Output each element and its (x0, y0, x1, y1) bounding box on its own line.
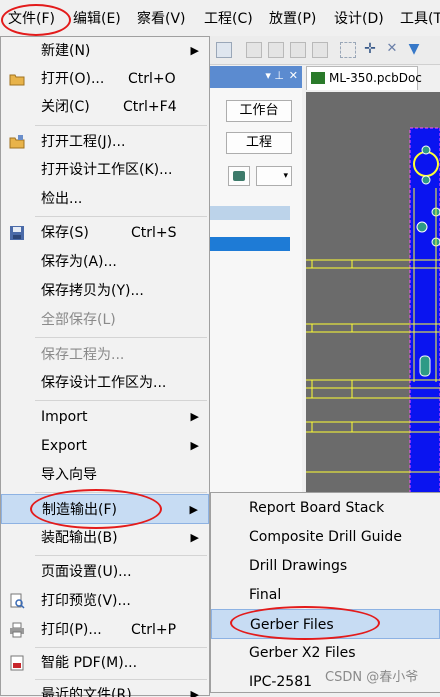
pin-icon[interactable]: ▾ ⊥ (265, 69, 284, 82)
panel-header: ▾ ⊥ ✕ (210, 66, 302, 88)
menu-design[interactable]: 设计(D) (334, 9, 384, 29)
printer-icon (10, 622, 24, 638)
copy-icon[interactable] (268, 42, 284, 58)
fabrication-outputs-submenu: Report Board Stack Composite Drill Guide… (210, 492, 440, 693)
submenu-item-gerber-files[interactable]: Gerber Files (211, 609, 440, 639)
menu-item-open-workspace[interactable]: 打开设计工作区(K)... (1, 156, 209, 184)
menu-item-save[interactable]: 保存(S) Ctrl+S (1, 219, 209, 247)
menu-item-open-project[interactable]: 打开工程(J)... (1, 128, 209, 156)
select-area-icon[interactable] (340, 42, 356, 58)
pcb-document-icon (311, 72, 325, 84)
menu-view[interactable]: 察看(V) (137, 9, 186, 29)
menu-item-save-all[interactable]: 全部保存(L) (1, 306, 209, 334)
print-preview-icon (10, 593, 25, 609)
menu-item-smart-pdf[interactable]: 智能 PDF(M)... (1, 649, 209, 677)
menu-bar: 文件(F) 编辑(E) 察看(V) 工程(C) 放置(P) 设计(D) 工具(T (0, 0, 440, 37)
menu-item-save-as[interactable]: 保存为(A)... (1, 248, 209, 276)
menu-item-recent-files[interactable]: 最近的文件(R) ▶ (1, 681, 209, 697)
project-button[interactable]: 工程 (226, 132, 292, 154)
menu-separator (35, 216, 207, 217)
tree-row-selected[interactable] (210, 237, 290, 251)
menu-item-import[interactable]: Import ▶ (1, 403, 209, 431)
menu-item-new[interactable]: 新建(N) ▶ (1, 37, 209, 65)
menu-item-export[interactable]: Export ▶ (1, 432, 209, 460)
close-icon[interactable]: ✕ (289, 69, 298, 82)
menu-place[interactable]: 放置(P) (269, 9, 316, 29)
file-menu: 新建(N) ▶ 打开(O)... Ctrl+O 关闭(C) Ctrl+F4 打开工… (0, 36, 210, 697)
menu-item-print[interactable]: 打印(P)... Ctrl+P (1, 616, 209, 644)
submenu-item-gerber-x2-files[interactable]: Gerber X2 Files (211, 639, 440, 667)
menu-separator (35, 647, 207, 648)
menu-separator (35, 125, 207, 126)
rubber-stamp-icon[interactable] (312, 42, 328, 58)
submenu-arrow-icon: ▶ (190, 531, 199, 544)
menu-item-print-preview[interactable]: 打印预览(V)... (1, 587, 209, 615)
menu-project[interactable]: 工程(C) (204, 9, 253, 29)
document-tab[interactable]: ML-350.pcbDoc (306, 66, 422, 90)
menu-separator (35, 555, 207, 556)
tree-row[interactable] (210, 206, 290, 220)
menu-separator (35, 679, 207, 680)
move-icon[interactable]: ✛ (362, 42, 378, 58)
menu-item-close[interactable]: 关闭(C) Ctrl+F4 (1, 93, 209, 121)
submenu-arrow-icon: ▶ (190, 44, 199, 57)
menu-item-page-setup[interactable]: 页面设置(U)... (1, 558, 209, 586)
save-icon (10, 226, 24, 240)
pdf-icon (10, 655, 24, 671)
zoom-icon[interactable] (216, 42, 232, 58)
document-dropdown-icon[interactable]: ▾ (256, 166, 292, 186)
menu-separator (35, 400, 207, 401)
open-project-icon (9, 135, 25, 149)
menu-item-save-workspace-as[interactable]: 保存设计工作区为... (1, 369, 209, 397)
document-tab-label: ML-350.pcbDoc (329, 71, 422, 85)
menu-tools[interactable]: 工具(T (400, 9, 440, 29)
submenu-item-composite-drill-guide[interactable]: Composite Drill Guide (211, 523, 440, 551)
cut-icon[interactable] (246, 42, 262, 58)
filter-icon[interactable]: ▼ (406, 42, 422, 58)
workspace-button[interactable]: 工作台 (226, 100, 292, 122)
menu-separator (35, 337, 207, 338)
main-toolbar: ✛ ✕ ▼ (210, 36, 440, 65)
paste-icon[interactable] (290, 42, 306, 58)
chip-icon[interactable] (228, 166, 250, 186)
menu-item-assembly-outputs[interactable]: 装配输出(B) ▶ (1, 524, 209, 552)
submenu-item-final[interactable]: Final (211, 581, 440, 609)
open-folder-icon (9, 74, 25, 86)
submenu-arrow-icon: ▶ (190, 688, 199, 697)
menu-separator (35, 492, 207, 493)
menu-item-save-copy-as[interactable]: 保存拷贝为(Y)... (1, 277, 209, 305)
submenu-arrow-icon: ▶ (190, 439, 199, 452)
deselect-icon[interactable]: ✕ (384, 42, 400, 58)
menu-edit[interactable]: 编辑(E) (73, 9, 121, 29)
menu-file[interactable]: 文件(F) (8, 9, 55, 29)
submenu-arrow-icon: ▶ (190, 410, 199, 423)
menu-item-fabrication-outputs[interactable]: 制造输出(F) ▶ (1, 494, 209, 524)
menu-item-save-project-as[interactable]: 保存工程为... (1, 341, 209, 369)
submenu-item-report-board-stack[interactable]: Report Board Stack (211, 494, 440, 522)
submenu-item-drill-drawings[interactable]: Drill Drawings (211, 552, 440, 580)
menu-item-import-wizard[interactable]: 导入向导 (1, 461, 209, 489)
watermark: CSDN @春小爷 (325, 670, 419, 685)
submenu-arrow-icon: ▶ (189, 503, 198, 516)
menu-item-checkout[interactable]: 检出... (1, 185, 209, 213)
menu-item-open[interactable]: 打开(O)... Ctrl+O (1, 65, 209, 93)
